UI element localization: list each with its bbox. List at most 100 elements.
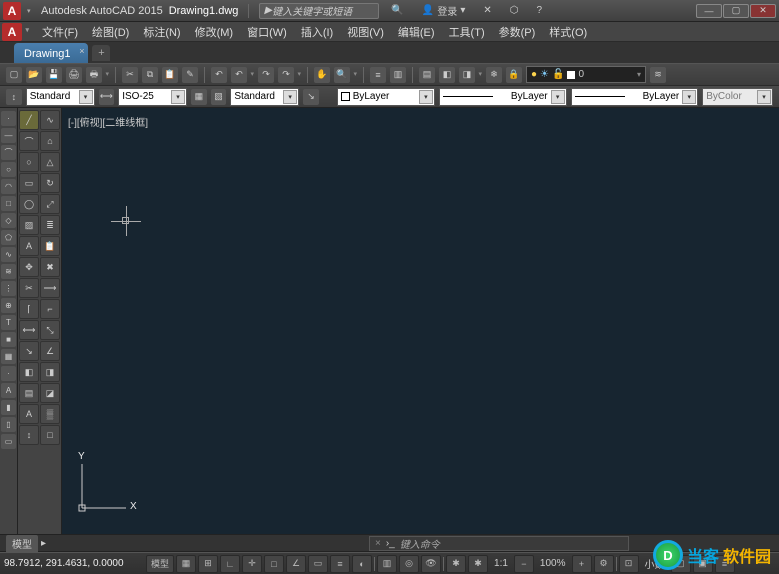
strip-tool-19[interactable]: ▯ bbox=[1, 417, 16, 432]
style-combo-1[interactable]: Standard▾ bbox=[26, 88, 95, 106]
home-tool-icon[interactable]: ⌂ bbox=[40, 131, 60, 151]
polyline-tool-icon[interactable]: ∿ bbox=[40, 110, 60, 130]
qp-toggle-icon[interactable]: ▥ bbox=[377, 555, 397, 573]
undo-flyout-icon[interactable]: ↶ bbox=[231, 67, 247, 83]
dyn-toggle-icon[interactable]: ▭ bbox=[308, 555, 328, 573]
fillet-tool-icon[interactable]: ⌈ bbox=[19, 299, 39, 319]
command-line-input[interactable]: × ›_ 键入命令 bbox=[369, 536, 629, 551]
rectangle-tool-icon[interactable]: ▭ bbox=[19, 173, 39, 193]
zoom-flyout-icon[interactable]: 🔍 bbox=[334, 67, 350, 83]
scale-readout[interactable]: 1:1 bbox=[490, 558, 512, 569]
zoom-up-icon[interactable]: + bbox=[572, 555, 592, 573]
snap-toggle-icon[interactable]: ⊞ bbox=[198, 555, 218, 573]
redo-flyout-icon[interactable]: ↷ bbox=[278, 67, 294, 83]
anno2-icon[interactable]: ✱ bbox=[468, 555, 488, 573]
table-icon[interactable]: ▦ bbox=[191, 89, 207, 105]
workspace-switch-icon[interactable]: ⚙ bbox=[594, 555, 614, 573]
dim-aligned-icon[interactable]: ⤡ bbox=[40, 320, 60, 340]
app-logo-icon[interactable]: A bbox=[3, 2, 21, 20]
dim-linear-icon[interactable]: ⟷ bbox=[19, 320, 39, 340]
close-cmdline-icon[interactable]: × bbox=[375, 538, 381, 549]
menu-view[interactable]: 视图(V) bbox=[341, 22, 390, 42]
erase-tool-icon[interactable]: ✖ bbox=[40, 257, 60, 277]
save-icon[interactable]: 💾 bbox=[46, 67, 62, 83]
ann-vis-icon[interactable]: 👁 bbox=[421, 555, 441, 573]
close-button[interactable]: ✕ bbox=[750, 4, 776, 18]
strip-tool-3[interactable]: ⌒ bbox=[1, 145, 16, 160]
customize-status-icon[interactable]: ≡ bbox=[715, 555, 735, 573]
dim-radius-icon[interactable]: ↘ bbox=[19, 341, 39, 361]
menu-file[interactable]: 文件(F) bbox=[36, 22, 84, 42]
help-search-input[interactable]: ▶ 键入关键字或短语 bbox=[259, 3, 379, 19]
redo-icon[interactable]: ↷ bbox=[258, 67, 274, 83]
polar-toggle-icon[interactable]: ✛ bbox=[242, 555, 262, 573]
app-menu-button[interactable]: A bbox=[2, 23, 22, 41]
layout-tab-toggle-icon[interactable]: ▸ bbox=[41, 538, 46, 549]
extend-tool-icon[interactable]: ⟶ bbox=[40, 278, 60, 298]
cut-icon[interactable]: ✂ bbox=[122, 67, 138, 83]
rotate-tool-icon[interactable]: ↻ bbox=[40, 173, 60, 193]
color-tool-icon[interactable]: ◪ bbox=[40, 383, 60, 403]
zoom-readout[interactable]: 100% bbox=[536, 558, 570, 569]
strip-tool-4[interactable]: ○ bbox=[1, 162, 16, 177]
hatch-tool-icon[interactable]: ▨ bbox=[19, 215, 39, 235]
strip-tool-6[interactable]: □ bbox=[1, 196, 16, 211]
osnap-toggle-icon[interactable]: □ bbox=[264, 555, 284, 573]
text-tool-icon[interactable]: A bbox=[19, 236, 39, 256]
strip-tool-13[interactable]: T bbox=[1, 315, 16, 330]
paste-icon[interactable]: 📋 bbox=[162, 67, 178, 83]
strip-tool-8[interactable]: ⬠ bbox=[1, 230, 16, 245]
sc-toggle-icon[interactable]: ◎ bbox=[399, 555, 419, 573]
line-tool-icon[interactable]: ╱ bbox=[19, 110, 39, 130]
menu-params[interactable]: 参数(P) bbox=[493, 22, 542, 42]
scale-tool-icon[interactable]: ⤢ bbox=[40, 194, 60, 214]
layer-dropdown[interactable]: ● ☀ 🔓 0 ▾ bbox=[526, 66, 646, 83]
ellipse-tool-icon[interactable]: ◯ bbox=[19, 194, 39, 214]
menu-style[interactable]: 样式(O) bbox=[543, 22, 593, 42]
region-tool-icon[interactable]: □ bbox=[40, 425, 60, 445]
block-tool-icon[interactable]: ◧ bbox=[19, 362, 39, 382]
dim-angle-icon[interactable]: ∠ bbox=[40, 341, 60, 361]
dimstyle-combo[interactable]: ISO-25▾ bbox=[118, 88, 187, 106]
lwt-toggle-icon[interactable]: ≡ bbox=[330, 555, 350, 573]
matchprop-icon[interactable]: ✎ bbox=[182, 67, 198, 83]
strip-tool-5[interactable]: ◠ bbox=[1, 179, 16, 194]
otrack-toggle-icon[interactable]: ∠ bbox=[286, 555, 306, 573]
text-a-tool-icon[interactable]: A bbox=[19, 404, 39, 424]
units-readout[interactable]: 小数 bbox=[641, 556, 669, 571]
array-tool-icon[interactable]: ≣ bbox=[40, 215, 60, 235]
insert-tool-icon[interactable]: ◨ bbox=[40, 362, 60, 382]
strip-tool-15[interactable]: ▦ bbox=[1, 349, 16, 364]
ortho-toggle-icon[interactable]: ∟ bbox=[220, 555, 240, 573]
new-icon[interactable]: ▢ bbox=[6, 67, 22, 83]
layer-tool-icon[interactable]: ▤ bbox=[19, 383, 39, 403]
layer-prop-icon[interactable]: ≡ bbox=[370, 67, 386, 83]
strip-tool-11[interactable]: ⋮ bbox=[1, 281, 16, 296]
strip-tool-9[interactable]: ∿ bbox=[1, 247, 16, 262]
print-flyout-icon[interactable]: 🖶 bbox=[86, 67, 102, 83]
measure-tool-icon[interactable]: ↕ bbox=[19, 425, 39, 445]
plotstyle-combo[interactable]: ByColor▾ bbox=[702, 88, 773, 106]
layer-tool-icon[interactable]: ▥ bbox=[390, 67, 406, 83]
strip-tool-12[interactable]: ⊕ bbox=[1, 298, 16, 313]
layer-iso-icon[interactable]: ◧ bbox=[439, 67, 455, 83]
transparency-toggle-icon[interactable]: ◐ bbox=[352, 555, 372, 573]
viewport-control-label[interactable]: [-][俯视][二维线框] bbox=[68, 114, 148, 129]
menu-edit[interactable]: 编辑(E) bbox=[392, 22, 441, 42]
menu-draw[interactable]: 绘图(D) bbox=[86, 22, 135, 42]
layer-match-icon[interactable]: ≋ bbox=[650, 67, 666, 83]
color-combo[interactable]: ByLayer▾ bbox=[337, 88, 435, 106]
layout-tab-model[interactable]: 模型 bbox=[6, 535, 38, 552]
chamfer-tool-icon[interactable]: ⌐ bbox=[40, 299, 60, 319]
drawing-canvas[interactable]: [-][俯视][二维线框] X Y bbox=[62, 108, 779, 534]
textstyle-combo[interactable]: Standard▾ bbox=[230, 88, 299, 106]
model-space-toggle[interactable]: 模型 bbox=[146, 555, 174, 573]
new-document-tab-button[interactable]: + bbox=[92, 45, 110, 61]
strip-tool-17[interactable]: A bbox=[1, 383, 16, 398]
strip-tool-20[interactable]: ▭ bbox=[1, 434, 16, 449]
layer-lock-icon[interactable]: 🔒 bbox=[506, 67, 522, 83]
menu-window[interactable]: 窗口(W) bbox=[241, 22, 293, 42]
strip-tool-10[interactable]: ≋ bbox=[1, 264, 16, 279]
help-icon[interactable]: ? bbox=[530, 3, 548, 19]
close-tab-icon[interactable]: × bbox=[79, 46, 84, 56]
